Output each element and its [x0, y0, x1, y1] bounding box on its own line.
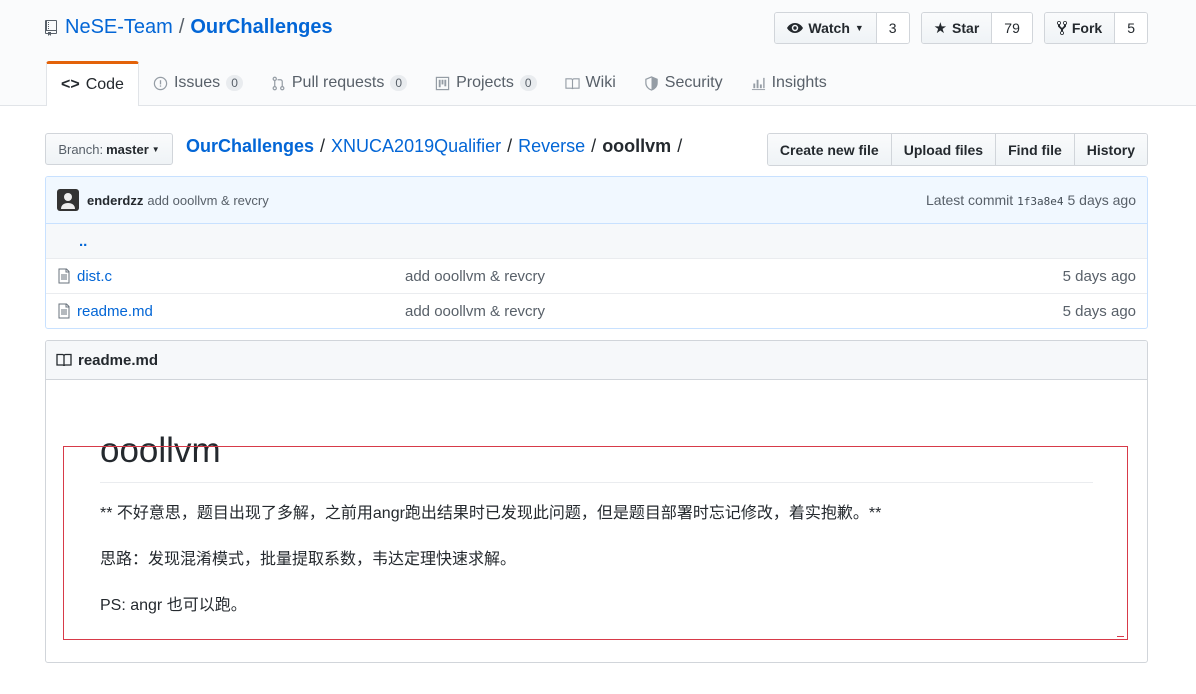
tab-label: Projects: [456, 74, 514, 91]
readme-paragraph: PS: angr 也可以跑。: [100, 597, 247, 614]
commit-author-link[interactable]: enderdzz: [87, 193, 143, 208]
user-avatar-icon: [61, 193, 75, 209]
star-group: ★ Star 79: [920, 12, 1033, 44]
eye-icon: [787, 23, 804, 33]
breadcrumb-separator: /: [677, 136, 683, 156]
readme-paragraph: 思路：发现混淆模式，批量提取系数，韦达定理快速求解。: [100, 551, 517, 568]
tab-pull-requests[interactable]: Pull requests 0: [257, 61, 421, 105]
table-row: dist.c add ooollvm & revcry 5 days ago: [46, 259, 1147, 294]
tab-security[interactable]: Security: [630, 61, 737, 105]
pull-request-icon: [272, 76, 285, 90]
breadcrumb: OurChallenges / XNUCA2019Qualifier / Rev…: [186, 136, 688, 157]
breadcrumb-separator: /: [507, 136, 513, 156]
commit-message-link[interactable]: add ooollvm & revcry: [147, 193, 268, 208]
repo-header: NeSE-Team / OurChallenges Watch ▼ 3 ★ St…: [0, 0, 1196, 106]
find-file-button[interactable]: Find file: [996, 134, 1075, 165]
star-count[interactable]: 79: [992, 13, 1032, 43]
repo-name-link[interactable]: OurChallenges: [190, 16, 332, 39]
tab-label: Pull requests: [291, 74, 385, 91]
tab-insights[interactable]: Insights: [737, 61, 841, 105]
repo-actions: Watch ▼ 3 ★ Star 79 Fork 5: [774, 12, 1148, 44]
star-button[interactable]: ★ Star: [921, 13, 993, 43]
breadcrumb-current: ooollvm: [602, 136, 672, 156]
tab-issues[interactable]: Issues 0: [139, 61, 257, 105]
create-new-file-button[interactable]: Create new file: [767, 134, 892, 165]
upload-files-button[interactable]: Upload files: [891, 134, 997, 165]
parent-directory-row: ..: [46, 224, 1147, 259]
repo-title-separator: /: [178, 16, 185, 38]
file-commit-message[interactable]: add ooollvm & revcry: [405, 303, 1063, 320]
readme-content: ooollvm ** 不好意思，题目出现了多解，之前用angr跑出结果时已发现此…: [46, 430, 1147, 621]
breadcrumb-item[interactable]: Reverse: [518, 136, 585, 157]
fork-icon: [1056, 20, 1067, 36]
repo-icon: [45, 19, 57, 36]
caret-down-icon: ▼: [854, 23, 864, 33]
file-name-link[interactable]: dist.c: [77, 268, 405, 285]
watch-count[interactable]: 3: [876, 13, 909, 43]
file-commit-message[interactable]: add ooollvm & revcry: [405, 268, 1063, 285]
watch-group: Watch ▼ 3: [774, 12, 910, 44]
repo-title: NeSE-Team / OurChallenges: [45, 16, 333, 39]
file-age: 5 days ago: [1062, 302, 1136, 320]
shield-icon: [645, 75, 658, 91]
tab-label: Security: [664, 74, 723, 91]
latest-commit-bar: enderdzz add ooollvm & revcry Latest com…: [46, 177, 1147, 224]
fork-button[interactable]: Fork: [1044, 13, 1116, 43]
readme-title: ooollvm: [100, 430, 1093, 483]
issue-icon: [153, 76, 168, 90]
book-icon: [56, 353, 72, 367]
pull-requests-counter: 0: [390, 75, 408, 91]
tab-label: Wiki: [585, 74, 616, 91]
repo-owner-link[interactable]: NeSE-Team: [65, 16, 173, 39]
table-row: readme.md add ooollvm & revcry 5 days ag…: [46, 294, 1147, 328]
fork-count[interactable]: 5: [1115, 13, 1147, 43]
fork-group: Fork 5: [1043, 12, 1148, 44]
tab-label: Issues: [173, 74, 221, 91]
graph-icon: [751, 77, 765, 90]
watch-button[interactable]: Watch ▼: [775, 13, 877, 43]
readme-panel: readme.md ooollvm ** 不好意思，题目出现了多解，之前用ang…: [45, 340, 1148, 663]
branch-select-button[interactable]: Branch: master ▼: [45, 133, 173, 165]
caret-down-icon: ▼: [151, 144, 160, 154]
tab-label: Code: [85, 76, 124, 93]
avatar[interactable]: [57, 189, 79, 211]
tab-wiki[interactable]: Wiki: [551, 61, 630, 105]
readme-paragraph: ** 不好意思，题目出现了多解，之前用angr跑出结果时已发现此问题，但是题目部…: [100, 505, 882, 522]
file-name-link[interactable]: readme.md: [77, 303, 405, 320]
issues-counter: 0: [226, 75, 243, 91]
project-icon: [435, 76, 450, 90]
tab-projects[interactable]: Projects 0: [421, 61, 550, 105]
book-icon: [564, 77, 580, 89]
breadcrumb-item[interactable]: XNUCA2019Qualifier: [331, 136, 501, 157]
file-icon: [58, 268, 70, 284]
file-age: 5 days ago: [1062, 267, 1136, 285]
branch-prefix: Branch:: [58, 141, 104, 157]
commit-age: 5 days ago: [1067, 192, 1137, 208]
tab-code[interactable]: <> Code: [46, 61, 139, 106]
latest-commit-info: Latest commit 1f3a8e4 5 days ago: [926, 192, 1136, 208]
star-label: Star: [952, 20, 980, 36]
file-navigation-actions: Create new file Upload files Find file H…: [766, 133, 1148, 166]
readme-header: readme.md: [46, 341, 1147, 380]
file-icon: [58, 303, 70, 319]
history-button[interactable]: History: [1074, 134, 1147, 165]
parent-directory-link[interactable]: ..: [79, 233, 87, 250]
breadcrumb-root[interactable]: OurChallenges: [186, 136, 314, 157]
commit-sha-link[interactable]: 1f3a8e4: [1017, 195, 1063, 208]
file-list: enderdzz add ooollvm & revcry Latest com…: [45, 176, 1148, 329]
breadcrumb-separator: /: [320, 136, 326, 156]
latest-commit-label: Latest commit: [926, 192, 1014, 208]
readme-filename: readme.md: [78, 351, 159, 369]
tab-label: Insights: [771, 74, 827, 91]
projects-counter: 0: [519, 75, 537, 91]
fork-label: Fork: [1071, 20, 1103, 36]
watch-label: Watch: [808, 20, 850, 36]
breadcrumb-separator: /: [591, 136, 597, 156]
star-icon: ★: [933, 20, 948, 37]
branch-name: master: [106, 141, 149, 157]
code-icon: <>: [61, 76, 80, 93]
repo-nav: <> Code Issues 0 Pull requests 0 Project…: [46, 61, 841, 106]
